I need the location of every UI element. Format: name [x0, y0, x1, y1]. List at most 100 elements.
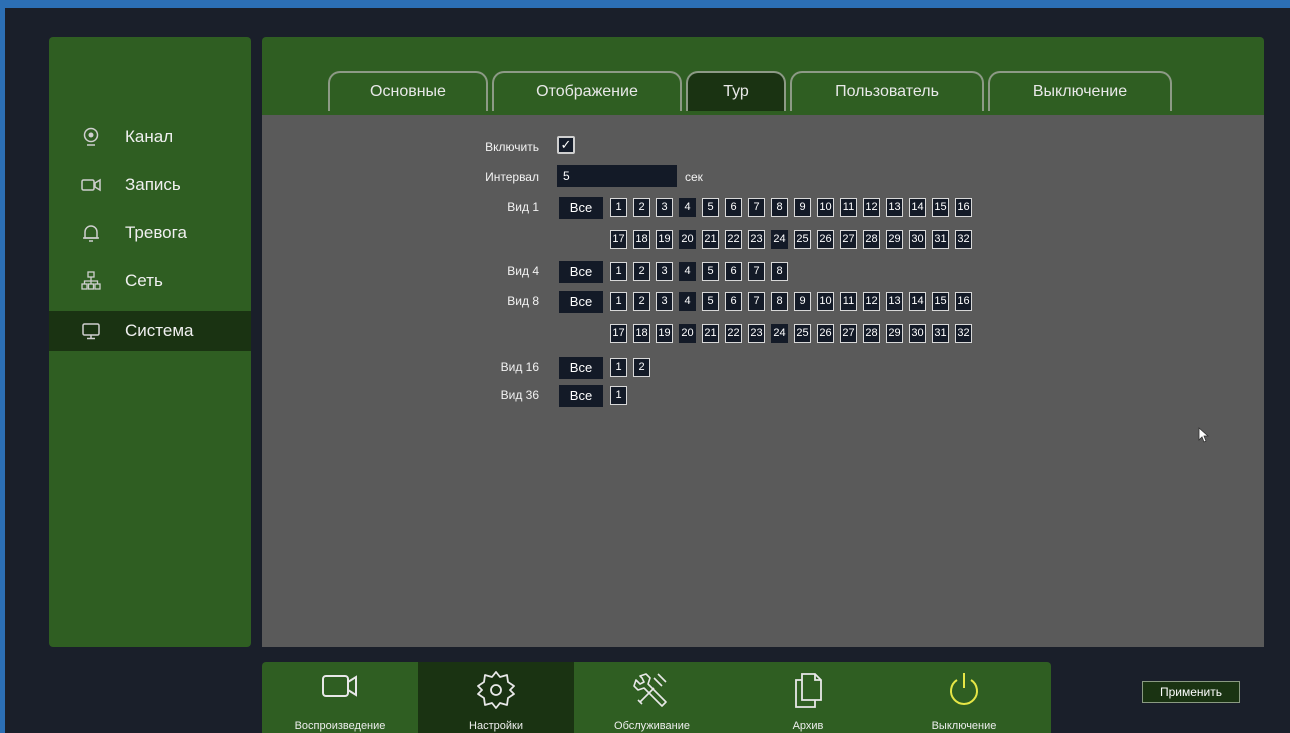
view4-channel-4-button[interactable]: 4: [679, 262, 696, 281]
view1-channel-27-button[interactable]: 27: [840, 230, 857, 249]
view1-channel-3-button[interactable]: 3: [656, 198, 673, 217]
view1-channel-8-button[interactable]: 8: [771, 198, 788, 217]
view1-channel-31-button[interactable]: 31: [932, 230, 949, 249]
view4-channel-3-button[interactable]: 3: [656, 262, 673, 281]
view8-channel-23-button[interactable]: 23: [748, 324, 765, 343]
view1-channel-28-button[interactable]: 28: [863, 230, 880, 249]
view1-channel-20-button[interactable]: 20: [679, 230, 696, 249]
view1-channel-9-button[interactable]: 9: [794, 198, 811, 217]
view1-channel-30-button[interactable]: 30: [909, 230, 926, 249]
view8-channel-10-button[interactable]: 10: [817, 292, 834, 311]
sidebar-item-system[interactable]: Система: [49, 311, 251, 351]
view36-channel-1-button[interactable]: 1: [610, 386, 627, 405]
view4-channel-1-button[interactable]: 1: [610, 262, 627, 281]
view1-channel-4-button[interactable]: 4: [679, 198, 696, 217]
view1-channel-26-button[interactable]: 26: [817, 230, 834, 249]
view1-channel-13-button[interactable]: 13: [886, 198, 903, 217]
view8-channel-13-button[interactable]: 13: [886, 292, 903, 311]
view8-channel-14-button[interactable]: 14: [909, 292, 926, 311]
tab-tour[interactable]: Тур: [686, 71, 786, 111]
view8-channel-16-button[interactable]: 16: [955, 292, 972, 311]
interval-input[interactable]: 5: [557, 165, 677, 187]
view8-channel-18-button[interactable]: 18: [633, 324, 650, 343]
view8-channel-12-button[interactable]: 12: [863, 292, 880, 311]
view8-channel-21-button[interactable]: 21: [702, 324, 719, 343]
view16-channel-2-button[interactable]: 2: [633, 358, 650, 377]
view8-channel-3-button[interactable]: 3: [656, 292, 673, 311]
tab-display[interactable]: Отображение: [492, 71, 682, 111]
view36-all-button[interactable]: Все: [559, 385, 603, 407]
view4-channel-5-button[interactable]: 5: [702, 262, 719, 281]
tab-user[interactable]: Пользователь: [790, 71, 984, 111]
view8-channel-20-button[interactable]: 20: [679, 324, 696, 343]
dock-item-settings[interactable]: Настройки: [418, 662, 574, 733]
view1-channel-2-button[interactable]: 2: [633, 198, 650, 217]
dock-item-archive[interactable]: Архив: [730, 662, 886, 733]
view1-channel-19-button[interactable]: 19: [656, 230, 673, 249]
view1-channel-5-button[interactable]: 5: [702, 198, 719, 217]
view8-channel-2-button[interactable]: 2: [633, 292, 650, 311]
view8-channel-27-button[interactable]: 27: [840, 324, 857, 343]
view8-channel-15-button[interactable]: 15: [932, 292, 949, 311]
view1-channel-7-button[interactable]: 7: [748, 198, 765, 217]
view8-label: Вид 8: [507, 294, 539, 308]
view8-channel-11-button[interactable]: 11: [840, 292, 857, 311]
sidebar-item-alarm[interactable]: Тревога: [49, 213, 251, 253]
enable-checkbox[interactable]: ✓: [557, 136, 575, 154]
view1-channel-21-button[interactable]: 21: [702, 230, 719, 249]
view8-channel-19-button[interactable]: 19: [656, 324, 673, 343]
view1-channel-22-button[interactable]: 22: [725, 230, 742, 249]
view1-channel-12-button[interactable]: 12: [863, 198, 880, 217]
view8-channel-4-button[interactable]: 4: [679, 292, 696, 311]
dock-item-playback[interactable]: Воспроизведение: [262, 662, 418, 733]
view1-channel-15-button[interactable]: 15: [932, 198, 949, 217]
view1-channel-18-button[interactable]: 18: [633, 230, 650, 249]
view4-channel-8-button[interactable]: 8: [771, 262, 788, 281]
view16-channel-1-button[interactable]: 1: [610, 358, 627, 377]
view8-channel-8-button[interactable]: 8: [771, 292, 788, 311]
view8-channel-26-button[interactable]: 26: [817, 324, 834, 343]
view1-channel-23-button[interactable]: 23: [748, 230, 765, 249]
view8-channel-9-button[interactable]: 9: [794, 292, 811, 311]
view1-channel-14-button[interactable]: 14: [909, 198, 926, 217]
view8-all-button[interactable]: Все: [559, 291, 603, 313]
view1-channel-25-button[interactable]: 25: [794, 230, 811, 249]
tab-shutdown[interactable]: Выключение: [988, 71, 1172, 111]
view8-channel-22-button[interactable]: 22: [725, 324, 742, 343]
view8-channel-32-button[interactable]: 32: [955, 324, 972, 343]
view8-channel-29-button[interactable]: 29: [886, 324, 903, 343]
dock-item-maintenance[interactable]: Обслуживание: [574, 662, 730, 733]
view1-channel-6-button[interactable]: 6: [725, 198, 742, 217]
apply-button[interactable]: Применить: [1142, 681, 1240, 703]
view8-channel-28-button[interactable]: 28: [863, 324, 880, 343]
view8-channel-25-button[interactable]: 25: [794, 324, 811, 343]
view8-channel-7-button[interactable]: 7: [748, 292, 765, 311]
view16-all-button[interactable]: Все: [559, 357, 603, 379]
view1-channel-17-button[interactable]: 17: [610, 230, 627, 249]
view1-channel-11-button[interactable]: 11: [840, 198, 857, 217]
view1-channel-24-button[interactable]: 24: [771, 230, 788, 249]
sidebar-item-channel[interactable]: Канал: [49, 117, 251, 157]
view1-channel-29-button[interactable]: 29: [886, 230, 903, 249]
view1-channel-10-button[interactable]: 10: [817, 198, 834, 217]
view8-channel-17-button[interactable]: 17: [610, 324, 627, 343]
view8-channel-31-button[interactable]: 31: [932, 324, 949, 343]
view8-channel-1-button[interactable]: 1: [610, 292, 627, 311]
view4-channel-6-button[interactable]: 6: [725, 262, 742, 281]
tab-general[interactable]: Основные: [328, 71, 488, 111]
view4-all-button[interactable]: Все: [559, 261, 603, 283]
view8-channel-6-button[interactable]: 6: [725, 292, 742, 311]
dock-item-shutdown[interactable]: Выключение: [886, 662, 1042, 733]
view1-all-button[interactable]: Все: [559, 197, 603, 219]
view8-channel-30-button[interactable]: 30: [909, 324, 926, 343]
view4-channel-2-button[interactable]: 2: [633, 262, 650, 281]
sidebar-item-network[interactable]: Сеть: [49, 261, 251, 301]
view1-channel-1-button[interactable]: 1: [610, 198, 627, 217]
view8-channel-5-button[interactable]: 5: [702, 292, 719, 311]
view1-channel-32-button[interactable]: 32: [955, 230, 972, 249]
view8-channel-24-button[interactable]: 24: [771, 324, 788, 343]
view1-channel-16-button[interactable]: 16: [955, 198, 972, 217]
sidebar-item-record[interactable]: Запись: [49, 165, 251, 205]
dock-item-label: Архив: [792, 720, 824, 732]
view4-channel-7-button[interactable]: 7: [748, 262, 765, 281]
